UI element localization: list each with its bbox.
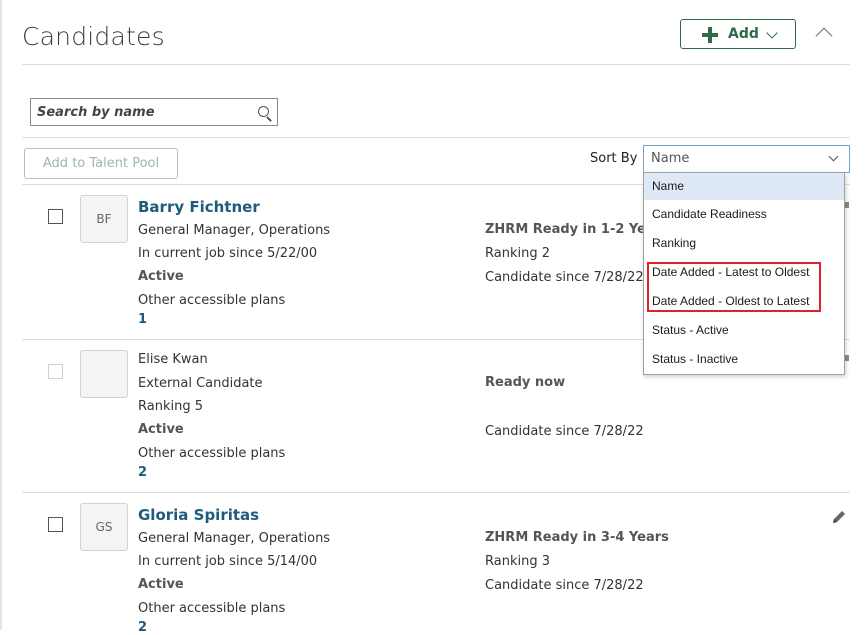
- candidate-status: Active: [138, 422, 184, 437]
- sort-option-candidate-readiness[interactable]: Candidate Readiness: [644, 201, 844, 228]
- other-plans-count-link[interactable]: 2: [138, 465, 147, 480]
- chevron-down-icon: [828, 151, 839, 162]
- sort-option-date-latest-oldest[interactable]: Date Added - Latest to Oldest: [644, 259, 844, 286]
- add-button[interactable]: Add: [680, 19, 796, 49]
- candidate-since: Candidate since 7/28/22: [485, 270, 644, 285]
- search-icon[interactable]: [258, 106, 269, 117]
- candidate-readiness: Ready now: [485, 375, 566, 390]
- avatar: [80, 350, 128, 398]
- other-plans-label: Other accessible plans: [138, 601, 286, 616]
- left-edge: [0, 0, 2, 630]
- chevron-down-icon: [766, 27, 778, 39]
- candidate-ranking: Ranking 5: [138, 399, 203, 414]
- pencil-icon[interactable]: [831, 509, 847, 525]
- other-plans-count-link[interactable]: 1: [138, 312, 147, 327]
- candidate-name-link[interactable]: Barry Fichtner: [138, 198, 260, 216]
- row-action-stub: [845, 355, 849, 361]
- candidate-readiness: ZHRM Ready in 1-2 Years: [485, 222, 669, 237]
- candidate-since: Candidate since 7/28/22: [485, 424, 644, 439]
- candidate-checkbox[interactable]: [48, 364, 63, 379]
- sort-selected-value: Name: [651, 151, 690, 166]
- row-divider: [22, 492, 850, 493]
- avatar: GS: [80, 503, 128, 551]
- sort-option-name[interactable]: Name: [644, 173, 844, 200]
- candidate-checkbox[interactable]: [48, 209, 63, 224]
- other-plans-label: Other accessible plans: [138, 293, 286, 308]
- sort-option-status-inactive[interactable]: Status - Inactive: [644, 346, 844, 373]
- sort-dropdown: Name Candidate Readiness Ranking Date Ad…: [643, 172, 845, 375]
- candidate-name-link[interactable]: Gloria Spiritas: [138, 506, 259, 524]
- sort-option-ranking[interactable]: Ranking: [644, 230, 844, 257]
- candidate-type: External Candidate: [138, 376, 263, 391]
- other-plans-count-link[interactable]: 2: [138, 620, 147, 635]
- candidate-status: Active: [138, 269, 184, 284]
- candidate-checkbox[interactable]: [48, 517, 63, 532]
- add-to-talent-pool-button[interactable]: Add to Talent Pool: [24, 148, 178, 179]
- candidate-name: Elise Kwan: [138, 352, 208, 367]
- sort-option-date-oldest-latest[interactable]: Date Added - Oldest to Latest: [644, 288, 844, 315]
- chevron-up-icon[interactable]: [815, 27, 833, 45]
- candidate-ranking: Ranking 2: [485, 246, 550, 261]
- candidate-readiness: ZHRM Ready in 3-4 Years: [485, 530, 669, 545]
- add-button-label: Add: [728, 26, 759, 42]
- candidate-job-since: In current job since 5/22/00: [138, 246, 318, 261]
- page-title: Candidates: [22, 22, 165, 51]
- sort-by-label: Sort By: [590, 151, 638, 166]
- header-divider: [22, 64, 850, 65]
- candidate-since: Candidate since 7/28/22: [485, 578, 644, 593]
- avatar: BF: [80, 195, 128, 243]
- sort-option-status-active[interactable]: Status - Active: [644, 317, 844, 344]
- row-action-stub: [845, 202, 849, 208]
- search-input[interactable]: [30, 98, 278, 126]
- plus-icon: [702, 27, 718, 43]
- other-plans-label: Other accessible plans: [138, 446, 286, 461]
- candidate-ranking: Ranking 3: [485, 554, 550, 569]
- sort-by-select[interactable]: Name: [643, 145, 850, 173]
- candidate-job-title: General Manager, Operations: [138, 223, 331, 238]
- candidate-job-title: General Manager, Operations: [138, 531, 331, 546]
- search-divider: [22, 137, 850, 138]
- candidate-status: Active: [138, 577, 184, 592]
- candidate-job-since: In current job since 5/14/00: [138, 554, 318, 569]
